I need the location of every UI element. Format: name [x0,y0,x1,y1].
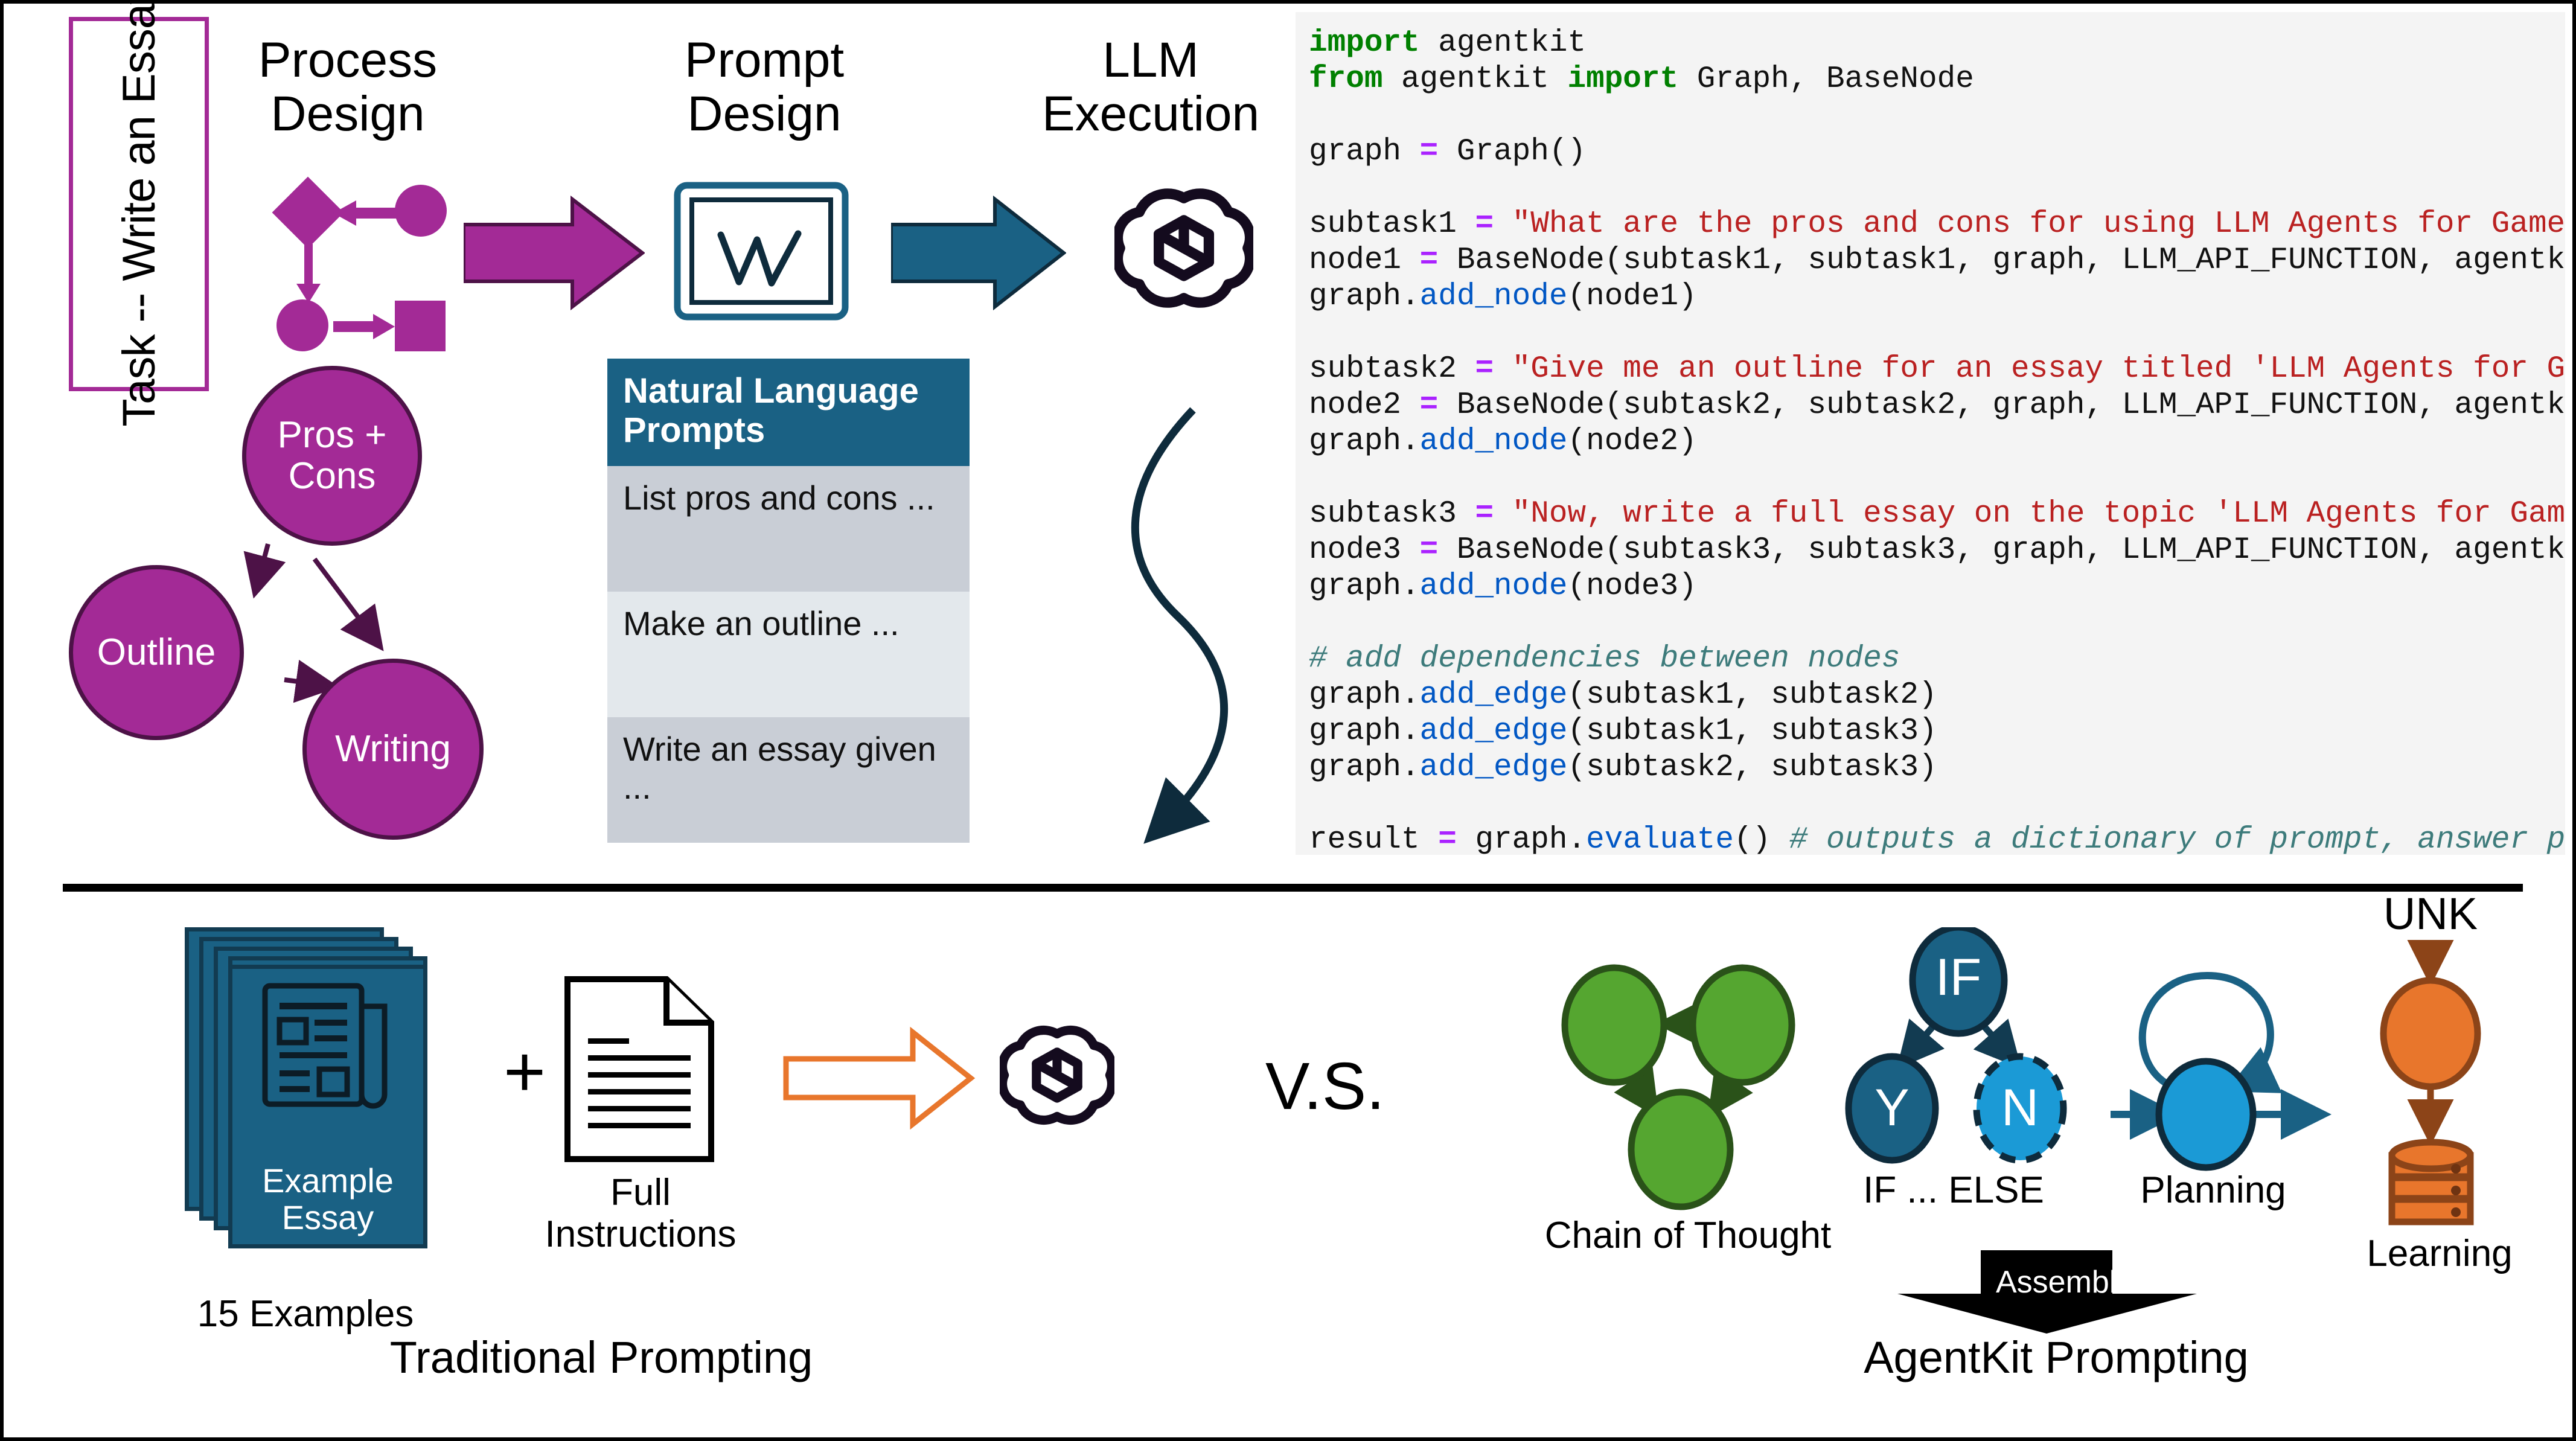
essay-card-label: Example Essay [262,1161,394,1236]
process-design-title-l2: Design [270,86,425,141]
prompt-table-row[interactable]: Make an outline ... [607,591,970,717]
openai-logo-icon-bottom [1000,1025,1114,1125]
essay-card-front[interactable]: Example Essay [228,965,427,1248]
graph-node-pros-cons-label: Pros + Cons [277,414,387,497]
circle-shape-icon-2 [276,299,328,351]
versus-label: V.S. [1265,1049,1385,1123]
database-icon [2388,1139,2474,1225]
arrow-right-icon [333,314,395,339]
full-instructions-label-l1: Full [610,1172,671,1213]
svg-text:Y: Y [1874,1079,1909,1137]
unk-label: UNK [2383,889,2478,939]
planning-diagram [2111,971,2332,1171]
circle-shape-icon [395,185,447,237]
code-block[interactable]: import agentkit from agentkit import Gra… [1309,25,2565,855]
llm-execution-title-l1: LLM [1102,33,1199,88]
newspaper-icon [262,983,388,1109]
figure-root: Task -- Write an Essay Process Design Pr… [0,0,2576,1441]
graph-node-pros-cons[interactable]: Pros + Cons [242,366,422,546]
traditional-prompting-caption: Traditional Prompting [389,1332,813,1382]
arrow-down-icon [296,244,321,303]
graph-node-outline-label: Outline [97,631,216,673]
arrow-to-llm-traditional [783,1026,976,1130]
process-design-title: Process Design [221,33,475,141]
chain-of-thought-label: Chain of Thought [1544,1215,1832,1256]
prompt-table-header: Natural Language Prompts [607,359,970,466]
section-divider [63,884,2523,892]
graph-node-writing[interactable]: Writing [302,659,484,840]
full-instructions-label: Full Instructions [529,1172,752,1256]
llm-execution-title-l2: Execution [1041,86,1260,141]
arrow-process-to-prompt [464,196,645,310]
svg-text:IF: IF [1935,948,1981,1006]
prompt-design-title-l2: Design [687,86,842,141]
agentkit-prompting-caption: AgentKit Prompting [1864,1332,2249,1382]
prompt-table-header-l1: Natural Language [623,371,919,411]
prompt-design-title: Prompt Design [650,33,879,141]
prompt-table: Natural Language Prompts List pros and c… [607,359,970,843]
svg-text:N: N [2001,1079,2039,1137]
openai-logo-icon [1114,188,1253,308]
plus-sign: + [503,1031,546,1112]
learning-diagram [2380,940,2481,1225]
prompt-table-row[interactable]: Write an essay given ... [607,717,970,843]
graph-node-writing-label: Writing [335,727,451,770]
s-curve-arrow [1131,407,1229,844]
learning-label: Learning [2367,1233,2513,1274]
example-essay-stack: Example Essay [185,927,523,1302]
if-else-label: IF ... ELSE [1863,1169,2044,1211]
arrow-left-icon [333,200,398,226]
square-shape-icon [395,301,446,351]
if-else-diagram: IF Y N [1845,927,2067,1164]
process-design-title-l1: Process [258,33,438,88]
tablet-sketch-icon [674,182,849,321]
graph-node-outline[interactable]: Outline [69,565,244,740]
examples-count-label: 15 Examples [197,1293,414,1335]
llm-execution-title: LLM Execution [1030,33,1271,141]
code-panel: import agentkit from agentkit import Gra… [1296,12,2565,855]
prompt-design-title-l1: Prompt [684,33,845,88]
task-box: Task -- Write an Essay [69,0,209,426]
document-icon [564,976,714,1162]
prompt-table-row[interactable]: List pros and cons ... [607,465,970,592]
chain-of-thought-diagram [1561,964,1795,1210]
assemble-label: Assemble [1996,1265,2134,1300]
planning-label: Planning [2140,1169,2286,1211]
prompt-table-header-l2: Prompts [623,410,765,450]
arrow-prompt-to-llm [891,196,1066,310]
full-instructions-label-l2: Instructions [545,1213,737,1256]
